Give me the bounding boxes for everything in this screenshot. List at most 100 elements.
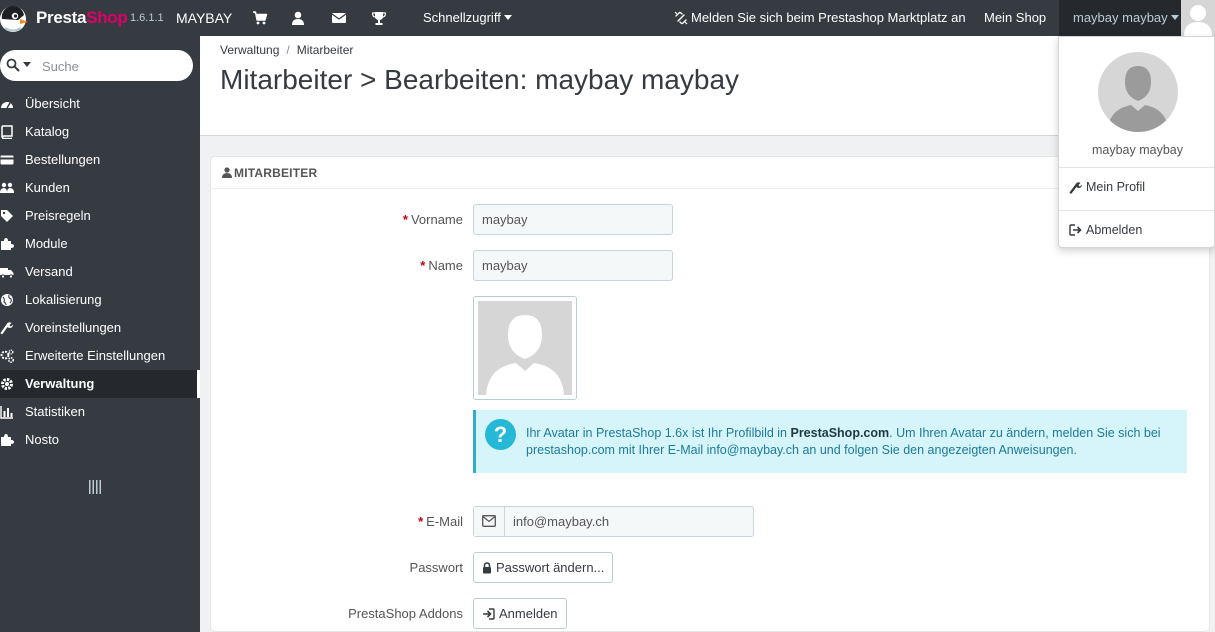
sidebar-item-label: Module bbox=[25, 236, 68, 251]
unlink-icon bbox=[674, 11, 688, 24]
sidebar-item-katalog[interactable]: Katalog bbox=[0, 118, 200, 146]
avatar-info-text: Ihr Avatar in PrestaShop 1.6x ist Ihr Pr… bbox=[526, 426, 1161, 457]
caret-down-icon bbox=[23, 61, 31, 67]
cogs-icon bbox=[0, 349, 14, 363]
puzzle-icon bbox=[1, 238, 14, 250]
employee-avatar bbox=[1181, 0, 1215, 36]
sidebar-item-label: Verwaltung bbox=[25, 376, 95, 391]
change-password-button[interactable]: Passwort ändern... bbox=[473, 552, 614, 583]
divider bbox=[1059, 167, 1214, 168]
employee-avatar-image bbox=[473, 296, 577, 400]
sidebar-item-label: Voreinstellungen bbox=[25, 320, 122, 335]
search-icon bbox=[6, 58, 20, 72]
email-label: * E-Mail bbox=[418, 514, 463, 529]
puzzle-icon bbox=[1, 434, 14, 446]
envelope-icon bbox=[482, 515, 496, 527]
caret-down-icon bbox=[1170, 15, 1179, 21]
sidebar-item-module[interactable]: Module bbox=[0, 230, 200, 258]
avatar-silhouette-icon bbox=[1107, 66, 1169, 132]
version-label: 1.6.1.1 bbox=[130, 12, 164, 24]
sidebar-item-nosto[interactable]: Nosto bbox=[0, 426, 200, 454]
sidebar-item-label: Versand bbox=[25, 264, 73, 279]
email-addon bbox=[474, 507, 505, 536]
lock-icon bbox=[483, 561, 491, 573]
addons-label: PrestaShop Addons bbox=[348, 606, 463, 621]
breadcrumb: Verwaltung / Mitarbeiter bbox=[220, 43, 353, 57]
sidebar: Übersicht Katalog Bestellungen Kunden Preisr… bbox=[0, 36, 200, 632]
sidebar-item-label: Übersicht bbox=[25, 96, 80, 111]
trophy-icon[interactable] bbox=[371, 10, 387, 26]
page-title: Mitarbeiter > Bearbeiten: maybay maybay bbox=[220, 64, 740, 95]
cog-icon bbox=[1, 378, 13, 390]
sidebar-item-label: Preisregeln bbox=[25, 208, 91, 223]
prestashop-link[interactable]: PrestaShop.com bbox=[790, 426, 889, 440]
dashboard-icon bbox=[1, 102, 13, 109]
sidebar-item-label: Kunden bbox=[25, 180, 70, 195]
puffin-logo-icon bbox=[0, 5, 28, 32]
cart-icon[interactable] bbox=[252, 10, 268, 26]
sidebar-item-verwaltung[interactable]: Verwaltung bbox=[0, 370, 200, 398]
envelope-icon[interactable] bbox=[331, 10, 347, 26]
caret-down-icon bbox=[503, 15, 512, 21]
marketplace-link[interactable]: Melden Sie sich beim Prestashop Marktpla… bbox=[674, 10, 966, 25]
sidebar-item-statistiken[interactable]: Statistiken bbox=[0, 398, 200, 426]
wrench-icon bbox=[1069, 181, 1082, 194]
avatar-info-alert: ? Ihr Avatar in PrestaShop 1.6x ist Ihr … bbox=[473, 410, 1187, 473]
avatar-silhouette-icon bbox=[1184, 5, 1212, 36]
question-icon: ? bbox=[485, 419, 516, 450]
sidebar-item-voreinstellungen[interactable]: Voreinstellungen bbox=[0, 314, 200, 342]
sidebar-item-label: Bestellungen bbox=[25, 152, 101, 167]
sidebar-item-label: Lokalisierung bbox=[25, 292, 102, 307]
lastname-input[interactable] bbox=[473, 250, 673, 281]
dropdown-user-name: maybay maybay bbox=[1091, 143, 1183, 157]
my-shop-link[interactable]: Mein Shop bbox=[984, 10, 1046, 25]
sign-in-icon bbox=[483, 607, 495, 620]
sign-out-icon bbox=[1069, 224, 1082, 236]
user-icon bbox=[222, 167, 232, 178]
divider bbox=[1059, 210, 1214, 211]
sidebar-item-bestellungen[interactable]: Bestellungen bbox=[0, 146, 200, 174]
sidebar-item-label: Nosto bbox=[25, 432, 59, 447]
employee-dropdown-menu: maybay maybay Mein Profil Abmelden bbox=[1058, 36, 1215, 248]
sidebar-item-preisregeln[interactable]: Preisregeln bbox=[0, 202, 200, 230]
sidebar-item-versand[interactable]: Versand bbox=[0, 258, 200, 286]
sidebar-item-label: Katalog bbox=[25, 124, 70, 139]
avatar-silhouette-icon bbox=[486, 315, 564, 395]
credit-card-icon bbox=[0, 155, 14, 165]
user-icon[interactable] bbox=[290, 10, 306, 26]
sidebar-item-übersicht[interactable]: Übersicht bbox=[0, 90, 200, 118]
search-box bbox=[0, 50, 193, 81]
panel-title: Mitarbeiter bbox=[234, 166, 318, 180]
search-type-toggle[interactable] bbox=[6, 58, 31, 72]
sidebar-item-label: Erweiterte Einstellungen bbox=[25, 348, 166, 363]
addons-login-button[interactable]: Anmelden bbox=[473, 598, 567, 629]
shop-name[interactable]: MAYBAY bbox=[176, 10, 232, 26]
dropdown-avatar bbox=[1098, 52, 1178, 132]
book-icon bbox=[1, 125, 13, 139]
globe-icon bbox=[1, 294, 13, 306]
quick-access-dropdown[interactable]: Schnellzugriff bbox=[423, 10, 512, 25]
breadcrumb-separator: / bbox=[286, 43, 290, 57]
firstname-input[interactable] bbox=[473, 204, 673, 235]
sidebar-item-label: Statistiken bbox=[25, 404, 85, 419]
employee-menu[interactable]: maybay maybay bbox=[1059, 0, 1215, 36]
logout-link[interactable]: Abmelden bbox=[1069, 223, 1142, 237]
logo-text: PrestaShop bbox=[36, 8, 128, 27]
sidebar-item-kunden[interactable]: Kunden bbox=[0, 174, 200, 202]
sidebar-item-erweiterte-einstellungen[interactable]: Erweiterte Einstellungen bbox=[0, 342, 200, 370]
password-label: Passwort bbox=[409, 560, 463, 575]
my-profile-link[interactable]: Mein Profil bbox=[1069, 180, 1145, 194]
breadcrumb-parent[interactable]: Verwaltung bbox=[220, 43, 279, 57]
sidebar-item-lokalisierung[interactable]: Lokalisierung bbox=[0, 286, 200, 314]
top-header: PrestaShop 1.6.1.1 MAYBAY Schnellzugriff… bbox=[0, 0, 1215, 36]
lastname-label: * Name bbox=[420, 258, 463, 273]
email-input[interactable] bbox=[505, 507, 753, 536]
email-field bbox=[473, 506, 754, 537]
firstname-label: * Vorname bbox=[402, 212, 463, 227]
truck-icon bbox=[0, 268, 14, 279]
collapse-menu-icon[interactable] bbox=[89, 480, 101, 494]
users-icon bbox=[0, 182, 14, 193]
tags-icon bbox=[1, 210, 13, 222]
wrench-icon bbox=[0, 322, 13, 335]
search-input[interactable] bbox=[42, 56, 182, 76]
